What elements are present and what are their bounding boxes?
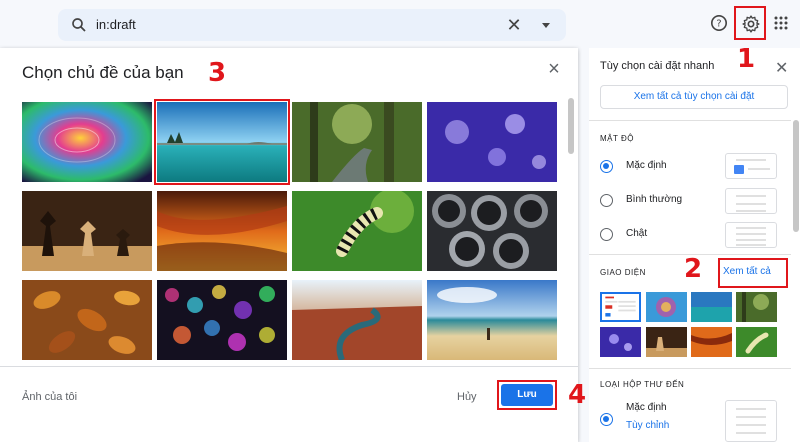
inbox-type-heading: LOẠI HỘP THƯ ĐẾN [600,380,685,389]
theme-preview-caterpillar[interactable] [736,327,777,357]
theme-thumb-jellyfish[interactable] [427,102,557,182]
theme-thumb-chess[interactable] [22,191,152,271]
inbox-default-preview [725,400,777,442]
dialog-footer: Ảnh của tôi Hủy Lưu [0,366,578,442]
theme-thumb-canyon-rock[interactable] [157,191,287,271]
see-all-settings-button[interactable]: Xem tất cả tùy chọn cài đặt [600,85,788,109]
search-options-icon[interactable] [536,15,556,35]
theme-thumb-forest-stream[interactable] [292,102,422,182]
see-all-themes-link[interactable]: Xem tất cả [723,266,771,277]
density-default-radio[interactable] [600,160,613,173]
theme-thumb-beach[interactable] [427,280,557,360]
inbox-default-radio[interactable] [600,413,613,426]
theme-heading: GIAO DIỆN [600,268,646,277]
theme-preview-lake[interactable] [691,292,732,322]
search-icon[interactable] [70,16,88,34]
save-highlight: Lưu [497,380,557,410]
theme-thumb-bokeh-lights[interactable] [157,280,287,360]
svg-text:?: ? [716,19,721,30]
theme-thumb-caterpillar[interactable] [292,191,422,271]
step-label-1: 1 [737,44,756,74]
dialog-scrollbar[interactable] [568,98,574,154]
settings-button[interactable] [734,6,766,40]
step-label-4: 4 [568,380,587,410]
density-default-preview [725,153,777,179]
dialog-title: Chọn chủ đề của bạn [22,63,184,82]
step-label-3: 3 [208,58,227,88]
step-label-2: 2 [684,254,703,284]
divider [589,120,791,121]
theme-preview-forest[interactable] [736,292,777,322]
inbox-customize-link[interactable]: Tùy chỉnh [626,420,669,431]
panel-title: Tùy chọn cài đặt nhanh [600,60,715,72]
theme-thumb-pipes[interactable] [427,191,557,271]
see-all-themes-highlight: Xem tất cả [718,258,788,288]
search-input[interactable]: in:draft [96,17,136,32]
theme-preview-default[interactable] [600,292,641,322]
quick-settings-panel: Tùy chọn cài đặt nhanh ✕ Xem tất cả tùy … [589,48,800,442]
density-heading: MẬT ĐỘ [600,134,634,143]
density-default-label[interactable]: Mặc định [626,160,667,171]
cancel-button[interactable]: Hủy [457,391,477,403]
theme-preview-jellyfish[interactable] [600,327,641,357]
search-bar[interactable]: in:draft ✕ [58,9,566,41]
apps-grid-icon[interactable] [774,16,788,30]
divider [589,368,791,369]
close-icon[interactable]: × [545,59,563,79]
panel-scrollbar[interactable] [793,120,799,232]
theme-picker-dialog: Chọn chủ đề của bạn × Ảnh của tôi Hủy Lư… [0,48,578,442]
gear-icon [742,15,760,33]
theme-thumb-rainbow-water[interactable] [22,102,152,182]
theme-preview-rainbow[interactable] [646,292,687,322]
density-comfortable-radio[interactable] [600,194,613,207]
density-compact-radio[interactable] [600,228,613,241]
density-comfortable-label[interactable]: Bình thường [626,194,682,205]
inbox-default-label[interactable]: Mặc định [626,402,667,413]
density-compact-preview [725,222,777,248]
my-photos-button[interactable]: Ảnh của tôi [22,391,77,403]
theme-preview-canyon[interactable] [691,327,732,357]
theme-preview-chess[interactable] [646,327,687,357]
top-bar: in:draft ✕ ? [0,0,800,48]
clear-search-icon[interactable]: ✕ [504,15,524,35]
panel-close-icon[interactable]: ✕ [775,58,788,78]
theme-thumb-autumn-leaves[interactable] [22,280,152,360]
help-icon[interactable]: ? [710,14,728,32]
theme-thumb-canyon-river[interactable] [292,280,422,360]
density-comfortable-preview [725,188,777,214]
save-button[interactable]: Lưu [501,384,553,406]
theme-thumb-lake-island[interactable] [154,99,290,185]
density-compact-label[interactable]: Chật [626,228,647,239]
